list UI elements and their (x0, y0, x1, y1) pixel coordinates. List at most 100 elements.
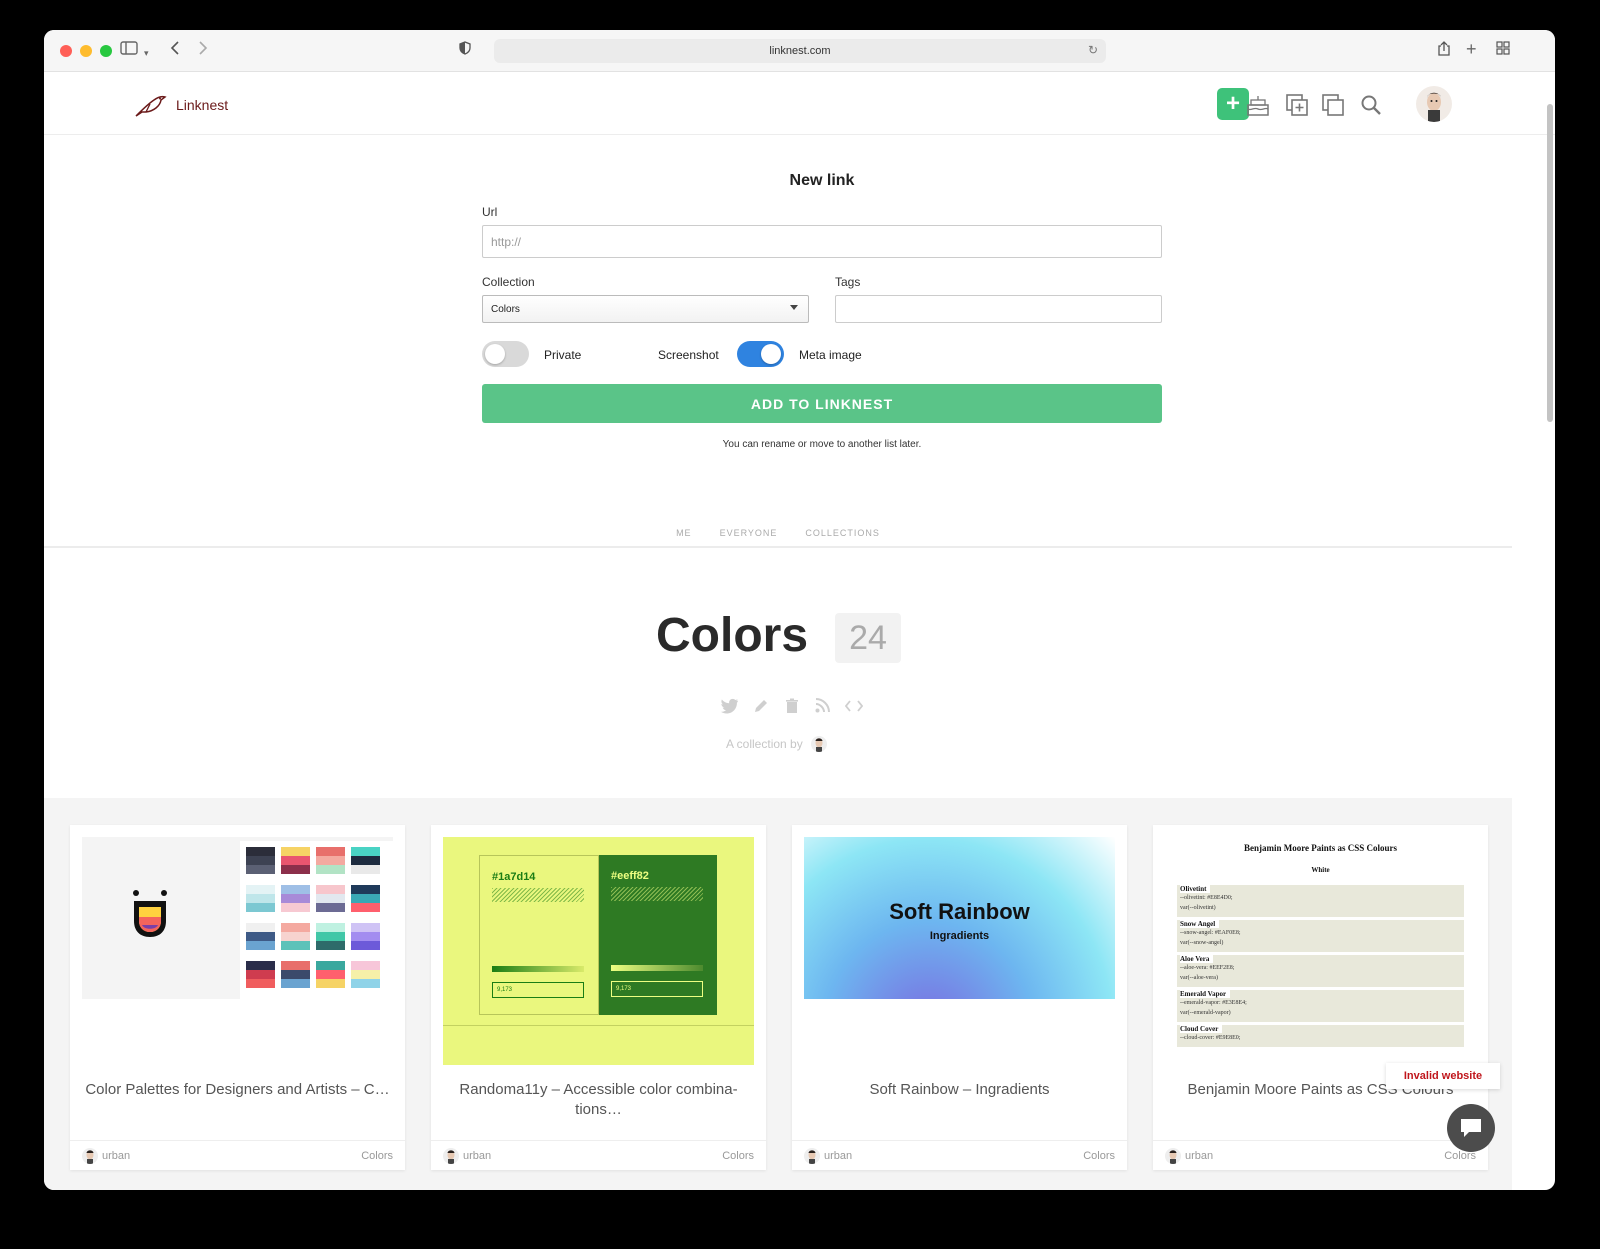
palette-swatch (316, 970, 345, 979)
palette-swatch (316, 847, 345, 856)
palette-swatch (281, 970, 310, 979)
link-card[interactable]: #1a7d14 9,173 #eeff82 9,173 Randoma11y –… (431, 825, 766, 1170)
palette-swatch (351, 894, 380, 903)
thumb-color-name: Aloe Vera (1180, 955, 1214, 963)
tabs-icon[interactable] (1496, 41, 1510, 61)
card-collection[interactable]: Colors (361, 1150, 393, 1162)
collection-select[interactable]: Colors (482, 295, 809, 323)
palette-swatch (246, 970, 275, 979)
palette-swatch (246, 865, 275, 874)
card-collection[interactable]: Colors (1083, 1150, 1115, 1162)
tab-everyone[interactable]: EVERYONE (720, 518, 778, 546)
palette-swatch (351, 932, 380, 941)
url-label: Url (482, 205, 498, 219)
thumb-color-var: --snow-angel: #EAF0E8; (1180, 930, 1241, 936)
share-icon[interactable] (1438, 41, 1450, 62)
collection-by-text: A collection by (726, 737, 803, 751)
tab-me[interactable]: ME (676, 518, 692, 546)
palette-swatch (246, 903, 275, 912)
palette-swatch (351, 941, 380, 950)
chat-button[interactable] (1447, 1104, 1495, 1152)
palette-swatch (316, 961, 345, 970)
shield-icon[interactable] (459, 41, 471, 61)
thumb-color-var: --cloud-cover: #E9E8E0; (1180, 1035, 1241, 1041)
palette-swatch (316, 932, 345, 941)
link-card[interactable]: Benjamin Moore Paints as CSS Colours Whi… (1153, 825, 1488, 1170)
thumb-right-hex: #eeff82 (611, 870, 649, 882)
address-bar[interactable]: linknest.com ↻ (494, 39, 1106, 63)
thumb-color-row: Emerald Vapor --emerald-vapor: #E3E8E4; va… (1177, 990, 1464, 1022)
palette-swatch (246, 923, 275, 932)
close-window-button[interactable] (60, 45, 72, 57)
thumb-color-name: Olivetint (1180, 885, 1211, 893)
collection-select-value: Colors (491, 303, 520, 315)
app-name: Linknest (176, 97, 229, 113)
meta-image-toggle[interactable] (737, 341, 784, 367)
palette-swatch (246, 961, 275, 970)
code-icon[interactable] (844, 696, 863, 715)
thumb-color-var: --aloe-vera: #EEF2E8; (1180, 965, 1235, 971)
bird-logo-icon (135, 95, 167, 117)
palette-swatch (281, 885, 310, 894)
minimize-window-button[interactable] (80, 45, 92, 57)
link-card[interactable]: Color Palettes for Designers and Artists… (70, 825, 405, 1170)
sidebar-icon[interactable] (120, 41, 138, 61)
url-input[interactable]: http:// (482, 225, 1162, 258)
tab-collections[interactable]: COLLECTIONS (805, 518, 880, 546)
palette-swatch (281, 923, 310, 932)
palette-swatch (281, 903, 310, 912)
palette-swatch (246, 932, 275, 941)
cake-icon[interactable] (1243, 90, 1273, 120)
form-title: New link (789, 172, 855, 189)
twitter-icon[interactable] (720, 696, 739, 715)
view-tabs: ME EVERYONE COLLECTIONS (44, 518, 1512, 548)
logo[interactable]: Linknest (134, 92, 228, 118)
palette-swatch (281, 941, 310, 950)
chevron-down-icon[interactable]: ▾ (144, 43, 149, 63)
palette-swatch (246, 894, 275, 903)
palette-swatch (351, 865, 380, 874)
thumb-left-hex: #1a7d14 (492, 871, 536, 883)
collection-count-badge: 24 (835, 613, 901, 663)
forward-icon[interactable] (198, 41, 208, 61)
palette-swatch (351, 979, 380, 988)
palette-swatch (316, 903, 345, 912)
collections-icon[interactable] (1318, 90, 1348, 120)
search-icon[interactable] (1356, 90, 1386, 120)
zoom-window-button[interactable] (100, 45, 112, 57)
thumb-color-name: Snow Angel (1180, 920, 1220, 928)
card-username: urban (1185, 1149, 1214, 1162)
card-collection[interactable]: Colors (722, 1150, 754, 1162)
new-tab-icon[interactable]: + (1466, 39, 1477, 59)
card-title[interactable]: Randoma11y – Accessible color combina-ti… (441, 1080, 756, 1120)
card-title[interactable]: Color Palettes for Designers and Artists… (80, 1080, 395, 1100)
author-avatar[interactable] (810, 736, 827, 752)
tags-input[interactable] (835, 295, 1162, 323)
chevron-down-icon (790, 305, 798, 310)
add-to-linknest-button[interactable]: ADD TO LINKNEST (482, 384, 1162, 423)
private-toggle[interactable] (482, 341, 529, 367)
palette-swatch (281, 961, 310, 970)
page-scrollbar[interactable] (1547, 104, 1553, 422)
plus-icon: + (1225, 90, 1240, 117)
palette-swatch (316, 865, 345, 874)
screenshot-label: Screenshot (658, 348, 719, 362)
user-avatar-small (1165, 1147, 1181, 1164)
trash-icon[interactable] (782, 696, 801, 715)
user-avatar[interactable] (1416, 86, 1452, 122)
pencil-icon[interactable] (751, 696, 770, 715)
rss-icon[interactable] (813, 696, 832, 715)
card-user[interactable]: urban (804, 1147, 852, 1164)
card-user[interactable]: urban (443, 1147, 492, 1164)
collection-author: A collection by (726, 736, 827, 752)
collection-add-icon[interactable] (1282, 90, 1312, 120)
card-title[interactable]: Soft Rainbow – Ingradients (802, 1080, 1117, 1100)
card-footer: urban Colors (431, 1140, 766, 1170)
reload-icon[interactable]: ↻ (1088, 43, 1098, 57)
user-avatar-small (443, 1147, 459, 1164)
card-username: urban (463, 1149, 492, 1162)
back-icon[interactable] (170, 41, 180, 61)
link-card[interactable]: Soft Rainbow Ingradients Soft Rainbow – … (792, 825, 1127, 1170)
card-user[interactable]: urban (82, 1147, 130, 1164)
card-user[interactable]: urban (1165, 1147, 1214, 1164)
